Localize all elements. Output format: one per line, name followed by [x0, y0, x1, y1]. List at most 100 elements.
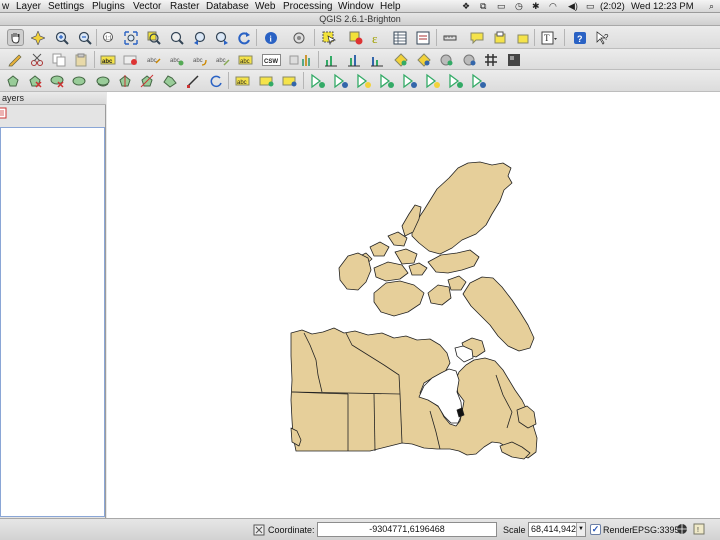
measure-line-icon[interactable]: [442, 29, 459, 46]
label-icon[interactable]: abc: [99, 51, 116, 68]
expression-select-icon[interactable]: ε: [368, 29, 385, 46]
zoom-out-icon[interactable]: [76, 29, 93, 46]
histogram-icon[interactable]: [298, 51, 315, 68]
cut-features-icon[interactable]: [28, 51, 45, 68]
raster-tool-3-icon[interactable]: [438, 51, 455, 68]
whats-this-icon[interactable]: ?: [594, 29, 611, 46]
vector-tool-4-icon[interactable]: [378, 72, 395, 89]
raster-histogram-1-icon[interactable]: [322, 51, 339, 68]
vector-tool-7-icon[interactable]: [447, 72, 464, 89]
wifi-icon[interactable]: ◠: [549, 0, 557, 13]
field-calculator-icon[interactable]: [414, 29, 431, 46]
menu-help[interactable]: Help: [380, 0, 401, 13]
split-features-icon[interactable]: [116, 72, 133, 89]
change-label-icon[interactable]: abc: [214, 51, 231, 68]
node-tool-icon[interactable]: [184, 72, 201, 89]
show-bookmarks-icon[interactable]: [514, 29, 531, 46]
toggle-extents-mouse-icon[interactable]: [250, 521, 267, 538]
vector-tool-2-icon[interactable]: [332, 72, 349, 89]
refresh-icon[interactable]: [235, 29, 252, 46]
vector-tool-5-icon[interactable]: [401, 72, 418, 89]
pin-labels-icon[interactable]: [122, 51, 139, 68]
menubar-clock[interactable]: Wed 12:23 PM: [631, 0, 694, 13]
merge-features-icon[interactable]: [161, 72, 178, 89]
delete-ring-icon[interactable]: [26, 72, 43, 89]
menu-layer[interactable]: Layer: [16, 0, 41, 13]
display-icon[interactable]: ▭: [497, 0, 506, 13]
chevron-down-icon[interactable]: ▼: [576, 523, 585, 536]
menu-window[interactable]: Window: [338, 0, 374, 13]
copy-features-icon[interactable]: [50, 51, 67, 68]
crs-globe-icon[interactable]: [675, 522, 688, 535]
zoom-last-icon[interactable]: [191, 29, 208, 46]
zoom-to-layer-icon[interactable]: [168, 29, 185, 46]
new-bookmark-icon[interactable]: [491, 29, 508, 46]
deselect-icon[interactable]: [347, 29, 364, 46]
menu-plugins[interactable]: Plugins: [92, 0, 125, 13]
raster-tool-2-icon[interactable]: [415, 51, 432, 68]
zoom-native-resolution-icon[interactable]: 1:1: [100, 29, 117, 46]
render-checkbox[interactable]: ✓: [590, 524, 601, 535]
raster-histogram-2-icon[interactable]: [345, 51, 362, 68]
delete-part-icon[interactable]: [48, 72, 65, 89]
menu-window-partial[interactable]: w: [2, 0, 9, 13]
time-machine-icon[interactable]: ◷: [515, 0, 523, 13]
crs-status[interactable]: EPSG:3395: [632, 524, 680, 536]
remove-layer-icon[interactable]: [0, 106, 8, 119]
map-canvas[interactable]: [107, 92, 720, 518]
label-tool-3-icon[interactable]: [281, 72, 298, 89]
scale-combobox[interactable]: 68,414,942 ▼: [528, 522, 586, 537]
vector-tool-8-icon[interactable]: [470, 72, 487, 89]
raster-dark-icon[interactable]: [505, 51, 522, 68]
spotlight-icon[interactable]: ⌕: [709, 0, 714, 13]
vector-tool-1-icon[interactable]: [309, 72, 326, 89]
paste-features-icon[interactable]: [72, 51, 89, 68]
pan-to-selection-icon[interactable]: [29, 29, 46, 46]
menu-vector[interactable]: Vector: [133, 0, 161, 13]
menu-database[interactable]: Database: [206, 0, 249, 13]
show-hide-labels-icon[interactable]: abc: [145, 51, 162, 68]
pan-hand-icon[interactable]: [7, 29, 24, 46]
label-tool-1-icon[interactable]: abc: [234, 72, 251, 89]
reshape-icon[interactable]: [70, 72, 87, 89]
menu-settings[interactable]: Settings: [48, 0, 84, 13]
help-icon[interactable]: ?: [571, 29, 588, 46]
toggle-editing-icon[interactable]: [6, 51, 23, 68]
vector-tool-3-icon[interactable]: [355, 72, 372, 89]
move-label-icon[interactable]: abc: [168, 51, 185, 68]
bluetooth-icon[interactable]: ✱: [532, 0, 540, 13]
split-parts-icon[interactable]: [138, 72, 155, 89]
zoom-in-icon[interactable]: [53, 29, 70, 46]
raster-histogram-3-icon[interactable]: [368, 51, 385, 68]
change-label-properties-icon[interactable]: abc: [237, 51, 254, 68]
zoom-next-icon[interactable]: [213, 29, 230, 46]
dropbox-icon[interactable]: ❖: [462, 0, 470, 13]
rotate-point-symbols-icon[interactable]: [207, 72, 224, 89]
raster-tool-1-icon[interactable]: [392, 51, 409, 68]
grid-icon[interactable]: [482, 51, 499, 68]
zoom-to-selection-icon[interactable]: [145, 29, 162, 46]
menu-web[interactable]: Web: [255, 0, 275, 13]
select-features-icon[interactable]: [320, 29, 337, 46]
measure-icon[interactable]: [290, 29, 307, 46]
attribute-table-icon[interactable]: [391, 29, 408, 46]
offset-curve-icon[interactable]: [94, 72, 111, 89]
menu-processing[interactable]: Processing: [283, 0, 332, 13]
identify-icon[interactable]: i: [262, 29, 279, 46]
label-tool-2-icon[interactable]: [258, 72, 275, 89]
coordinate-field[interactable]: -9304771,6196468: [317, 522, 497, 537]
raster-tool-4-icon[interactable]: [461, 51, 478, 68]
messages-icon[interactable]: !: [692, 522, 705, 535]
csw-icon[interactable]: CSW: [262, 51, 281, 68]
text-annotation-icon[interactable]: T: [540, 29, 557, 46]
vector-tool-6-icon[interactable]: [424, 72, 441, 89]
battery-icon[interactable]: ▭: [586, 0, 595, 13]
rotate-label-icon[interactable]: abc: [191, 51, 208, 68]
layers-tree[interactable]: [0, 127, 105, 517]
volume-icon[interactable]: ◀): [568, 0, 578, 13]
add-ring-icon[interactable]: [4, 72, 21, 89]
screens-icon[interactable]: ⧉: [480, 0, 486, 13]
menu-raster[interactable]: Raster: [170, 0, 199, 13]
zoom-full-icon[interactable]: [122, 29, 139, 46]
annotation-icon[interactable]: [468, 29, 485, 46]
